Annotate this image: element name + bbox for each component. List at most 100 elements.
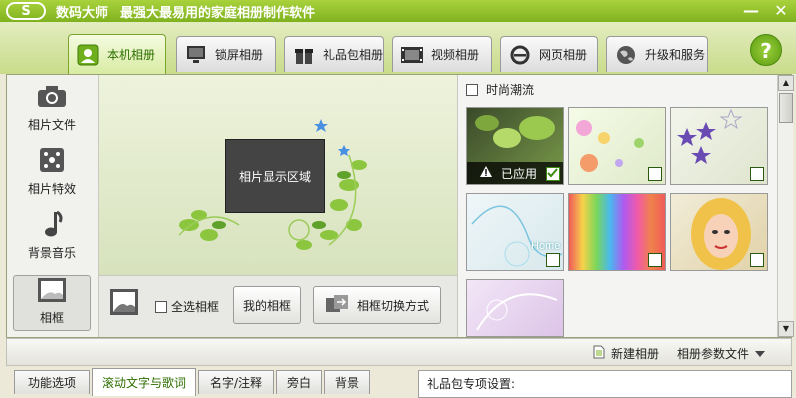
tab-label: 视频相册 — [431, 48, 480, 62]
bottom-tab-bar: 功能选项 滚动文字与歌词 名字/注释 旁白 背景 礼品包专项设置: — [6, 366, 792, 398]
tab-gift-album[interactable]: 礼品包相册 — [284, 36, 384, 72]
tab-narration[interactable]: 旁白 — [276, 370, 322, 394]
scroll-thumb[interactable] — [779, 93, 793, 123]
category-checkbox — [466, 83, 478, 96]
tab-label: 本机相册 — [107, 48, 156, 62]
gallery-scrollbar[interactable]: ▲ ▼ — [777, 75, 794, 337]
switch-mode-label: 相框切换方式 — [356, 298, 429, 313]
gift-package-settings-panel: 礼品包专项设置: — [418, 370, 792, 398]
album-params-label: 相册参数文件 — [677, 347, 750, 361]
tab-label: 背景 — [334, 376, 359, 390]
nav-label: 相片文件 — [27, 118, 76, 132]
album-status-bar: 新建相册 相册参数文件 — [6, 338, 792, 366]
tab-video-album[interactable]: 视频相册 — [392, 36, 492, 72]
camera-icon — [37, 82, 67, 110]
scroll-down-button[interactable]: ▼ — [778, 321, 794, 337]
nav-label: 相片特效 — [27, 182, 76, 196]
tab-label: 升级和服务 — [645, 48, 706, 62]
tab-name-annotation[interactable]: 名字/注释 — [198, 370, 274, 394]
nav-item-photo-files[interactable]: 相片文件 — [13, 81, 91, 137]
purple-swirl-pattern — [476, 293, 558, 331]
photo-preview-area: 相片显示区域 — [99, 75, 457, 275]
scroll-up-button[interactable]: ▲ — [778, 75, 794, 91]
tab-label: 功能选项 — [27, 376, 76, 390]
preview-toolbar: 全选相框 我的相框 相框切换方式 — [99, 275, 457, 337]
music-note-icon — [37, 210, 67, 238]
frame-thumb-lady[interactable] — [670, 193, 768, 271]
frame-thumb-home[interactable]: Home — [466, 193, 564, 271]
tab-label: 旁白 — [286, 376, 311, 390]
tab-label: 锁屏相册 — [215, 48, 264, 62]
nav-label: 相框 — [39, 311, 64, 325]
thumb-checkbox-checked[interactable] — [546, 167, 560, 181]
monitor-icon — [183, 43, 209, 67]
tab-web-album[interactable]: 网页相册 — [500, 36, 598, 72]
tab-scrolling-text-lyrics[interactable]: 滚动文字与歌词 — [92, 368, 196, 396]
new-album-label: 新建相册 — [611, 347, 660, 361]
frame-thumb-leaves[interactable]: 已应用 — [466, 107, 564, 185]
nav-label: 背景音乐 — [27, 246, 76, 260]
photo-display-label: 相片显示区域 — [238, 169, 311, 184]
category-label: 时尚潮流 — [486, 83, 535, 97]
logo-text: S — [21, 3, 31, 19]
title-bar: S 数码大师 最强大最易用的家庭相册制作软件 — ✕ — [0, 0, 796, 22]
thumb-checkbox[interactable] — [648, 253, 662, 267]
gift-icon — [291, 43, 317, 67]
photo-display-box: 相片显示区域 — [225, 139, 325, 213]
frame-thumb-bubbles[interactable] — [568, 107, 666, 185]
main-tab-bar: 本机相册 锁屏相册 礼品包相册 视频相册 网页相册 升级和服务 ? — [0, 22, 796, 74]
thumb-checkbox[interactable] — [648, 167, 662, 181]
tab-label: 网页相册 — [539, 48, 588, 62]
dropdown-arrow-icon — [755, 347, 766, 361]
checkbox-box — [155, 300, 167, 313]
category-filter[interactable]: 时尚潮流 — [466, 81, 534, 98]
my-frames-button[interactable]: 我的相框 — [233, 286, 301, 324]
album-params-dropdown[interactable]: 相册参数文件 — [677, 345, 766, 362]
nav-item-photo-effects[interactable]: 相片特效 — [13, 145, 91, 201]
new-document-icon — [593, 345, 605, 362]
tab-label: 名字/注释 — [209, 376, 263, 390]
effects-icon — [37, 146, 67, 174]
my-frames-label: 我的相框 — [242, 298, 291, 313]
new-album-button[interactable]: 新建相册 — [593, 345, 659, 362]
app-logo-icon: S — [6, 2, 46, 20]
thumb-checkbox[interactable] — [546, 253, 560, 267]
frame-switch-mode-button[interactable]: 相框切换方式 — [313, 286, 441, 324]
nav-item-frame[interactable]: 相框 — [13, 275, 91, 331]
tab-background[interactable]: 背景 — [324, 370, 370, 394]
frame-icon — [37, 276, 67, 303]
nav-item-background-music[interactable]: 背景音乐 — [13, 209, 91, 265]
gift-settings-title: 礼品包专项设置: — [427, 377, 516, 391]
tab-label: 礼品包相册 — [323, 48, 384, 62]
select-all-label: 全选相框 — [171, 300, 220, 314]
tab-lockscreen-album[interactable]: 锁屏相册 — [176, 36, 276, 72]
globe-icon — [613, 43, 639, 67]
home-text: Home — [531, 240, 561, 252]
minimize-button[interactable]: — — [742, 2, 760, 20]
film-icon — [399, 43, 425, 67]
applied-label: 已应用 — [501, 166, 538, 181]
switch-icon — [325, 294, 349, 317]
check-icon — [547, 168, 558, 178]
help-button[interactable]: ? — [750, 34, 782, 66]
tab-local-album[interactable]: 本机相册 — [68, 34, 166, 74]
close-button[interactable]: ✕ — [772, 2, 790, 20]
tab-label: 滚动文字与歌词 — [101, 376, 186, 390]
select-all-frames-checkbox[interactable]: 全选相框 — [155, 298, 219, 315]
tab-upgrade-service[interactable]: 升级和服务 — [606, 36, 708, 72]
warning-icon — [479, 165, 493, 181]
ie-icon — [507, 43, 533, 67]
thumb-checkbox[interactable] — [750, 253, 764, 267]
thumb-checkbox[interactable] — [750, 167, 764, 181]
frame-thumb-purple[interactable] — [466, 279, 564, 337]
app-slogan: 最强大最易用的家庭相册制作软件 — [120, 5, 316, 21]
frame-thumb-stars[interactable] — [670, 107, 768, 185]
main-panel: 相片文件 相片特效 背景音乐 相框 相片显示区域 全选相框 我的相框 相框切换方… — [6, 74, 794, 338]
tab-function-options[interactable]: 功能选项 — [14, 370, 90, 394]
frame-thumb-rainbow[interactable] — [568, 193, 666, 271]
left-nav: 相片文件 相片特效 背景音乐 相框 — [7, 75, 99, 337]
frame-preview-icon — [109, 288, 139, 319]
app-name: 数码大师 — [56, 5, 109, 21]
photo-icon — [75, 43, 101, 67]
frame-gallery: 时尚潮流 已应用 Home — [457, 75, 777, 337]
